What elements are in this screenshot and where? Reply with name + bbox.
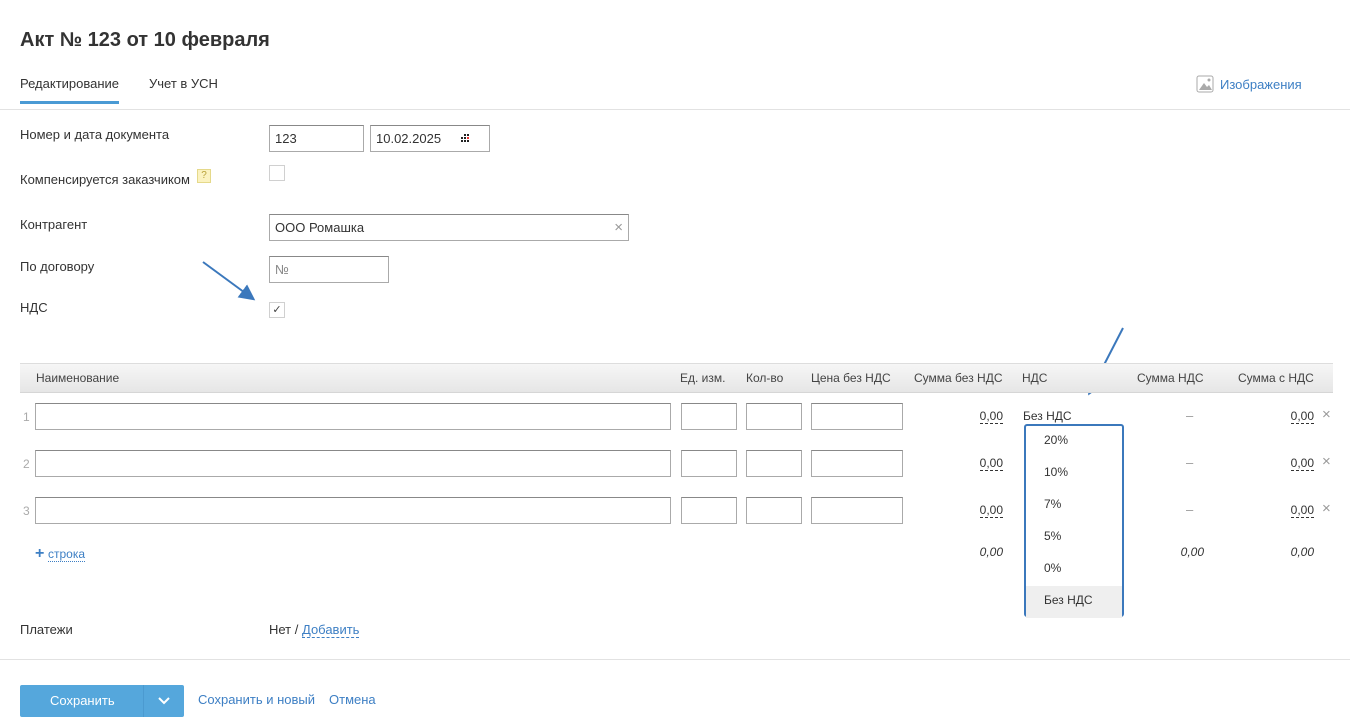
footer-divider xyxy=(0,659,1350,660)
counterparty-input[interactable]: ООО Ромашка × xyxy=(269,214,629,241)
compensated-checkbox[interactable] xyxy=(269,165,285,181)
divider xyxy=(0,109,1350,110)
price-input[interactable] xyxy=(811,497,903,524)
doc-date-value: 10.02.2025 xyxy=(376,131,442,146)
unit-input[interactable] xyxy=(681,450,737,477)
row-total[interactable]: 0,00 xyxy=(1290,456,1314,471)
row-sum[interactable]: 0,00 xyxy=(979,456,1003,471)
doc-number-input[interactable]: 123 xyxy=(269,125,364,152)
col-vat: НДС xyxy=(1022,371,1048,385)
remove-row-icon[interactable]: × xyxy=(1322,500,1331,517)
page-title: Акт № 123 от 10 февраля xyxy=(20,29,270,51)
col-unit: Ед. изм. xyxy=(680,371,726,385)
col-qty: Кол-во xyxy=(746,371,784,385)
col-total: Сумма с НДС xyxy=(1238,371,1314,385)
compensated-label: Компенсируется заказчиком xyxy=(20,172,190,187)
qty-input[interactable] xyxy=(746,403,802,430)
payments-label: Платежи xyxy=(20,622,73,637)
vat-option[interactable]: 10% xyxy=(1026,458,1122,490)
chevron-down-icon[interactable] xyxy=(158,696,170,706)
row-number: 1 xyxy=(23,410,30,424)
tab-editing[interactable]: Редактирование xyxy=(20,76,120,104)
clear-icon[interactable]: × xyxy=(614,215,623,240)
contract-input[interactable]: № xyxy=(269,256,389,283)
vat-checkbox[interactable]: ✓ xyxy=(269,302,285,318)
help-icon[interactable]: ? xyxy=(197,169,211,183)
col-name: Наименование xyxy=(36,371,120,385)
total-vat-sum: 0,00 xyxy=(1180,545,1204,559)
item-name-input[interactable] xyxy=(35,403,671,430)
add-row-label[interactable]: строка xyxy=(47,547,85,562)
price-input[interactable] xyxy=(811,450,903,477)
row-total[interactable]: 0,00 xyxy=(1290,409,1314,424)
col-vat-sum: Сумма НДС xyxy=(1137,371,1204,385)
vat-option[interactable]: 5% xyxy=(1026,522,1122,554)
contract-label: По договору xyxy=(20,259,95,274)
add-payment-link[interactable]: Добавить xyxy=(302,622,360,638)
doc-date-input[interactable]: 10.02.2025 xyxy=(370,125,490,152)
item-name-input[interactable] xyxy=(35,497,671,524)
payments-none: Нет / xyxy=(269,622,299,637)
tab-usn[interactable]: Учет в УСН xyxy=(149,76,218,91)
vat-option[interactable]: 0% xyxy=(1026,554,1122,586)
save-label: Сохранить xyxy=(50,693,115,708)
counterparty-value: ООО Ромашка xyxy=(275,220,365,235)
total-with-vat: 0,00 xyxy=(1290,545,1314,559)
row-total[interactable]: 0,00 xyxy=(1290,503,1314,518)
item-name-input[interactable] xyxy=(35,450,671,477)
vat-label: НДС xyxy=(20,300,48,315)
col-price: Цена без НДС xyxy=(811,371,891,385)
remove-row-icon[interactable]: × xyxy=(1322,406,1331,423)
images-link[interactable]: Изображения xyxy=(1196,75,1302,93)
cancel-link[interactable]: Отмена xyxy=(329,692,376,707)
row-sum[interactable]: 0,00 xyxy=(979,409,1003,424)
qty-input[interactable] xyxy=(746,450,802,477)
unit-input[interactable] xyxy=(681,403,737,430)
total-sum: 0,00 xyxy=(979,545,1003,559)
vat-option[interactable]: 7% xyxy=(1026,490,1122,522)
row-vat-sum: – xyxy=(1186,502,1194,517)
vat-option-selected[interactable]: Без НДС xyxy=(1026,586,1122,618)
doc-label: Номер и дата документа xyxy=(20,127,170,142)
add-row-button[interactable]: + строка xyxy=(35,545,85,563)
row-vat-sum: – xyxy=(1186,455,1194,470)
row-vat-sum: – xyxy=(1186,408,1194,423)
calendar-icon[interactable] xyxy=(461,134,471,143)
counterparty-label: Контрагент xyxy=(20,217,88,232)
vat-dropdown[interactable]: 20% 10% 7% 5% 0% Без НДС xyxy=(1024,424,1124,618)
arrow-to-vat-checkbox xyxy=(202,261,256,301)
row-number: 3 xyxy=(23,504,30,518)
row-number: 2 xyxy=(23,457,30,471)
row-sum[interactable]: 0,00 xyxy=(979,503,1003,518)
qty-input[interactable] xyxy=(746,497,802,524)
images-label[interactable]: Изображения xyxy=(1220,77,1302,92)
row-vat-select[interactable]: Без НДС xyxy=(1023,409,1072,423)
col-sum: Сумма без НДС xyxy=(914,371,1003,385)
plus-icon: + xyxy=(35,545,45,562)
price-input[interactable] xyxy=(811,403,903,430)
remove-row-icon[interactable]: × xyxy=(1322,453,1331,470)
unit-input[interactable] xyxy=(681,497,737,524)
image-icon xyxy=(1196,75,1214,93)
save-button[interactable]: Сохранить xyxy=(20,685,184,717)
vat-option[interactable]: 20% xyxy=(1026,426,1122,458)
save-and-new-link[interactable]: Сохранить и новый xyxy=(198,692,315,707)
